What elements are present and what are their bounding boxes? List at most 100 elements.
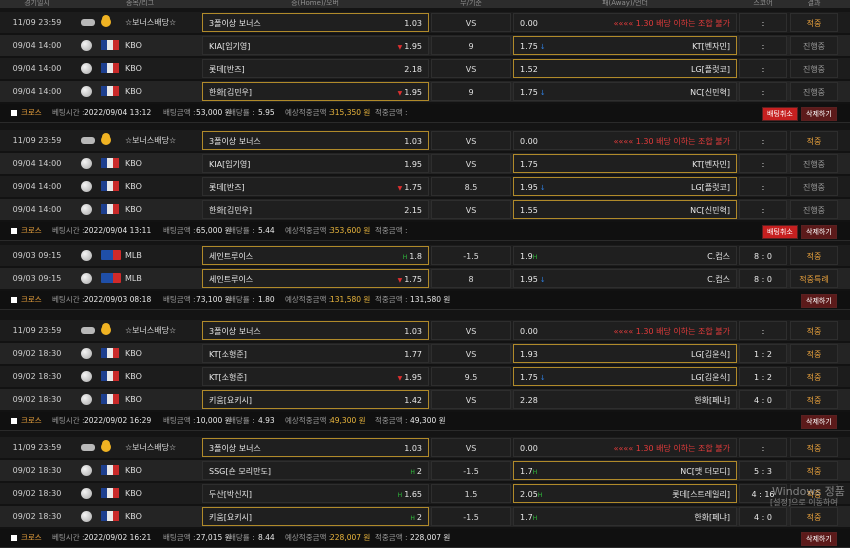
home-pick[interactable]: 3폴이상 보너스 1.03 (202, 321, 429, 340)
draw-handicap-cell[interactable]: 8.5 (431, 177, 511, 196)
draw-handicap-cell[interactable]: VS (431, 321, 511, 340)
draw-handicap-cell[interactable]: 9 (431, 36, 511, 55)
logo-shape (101, 40, 119, 50)
home-pick[interactable]: 3폴이상 보너스 1.03 (202, 131, 429, 150)
home-odds-value: 1.77 (404, 350, 422, 359)
draw-handicap-cell[interactable]: 1.5 (431, 484, 511, 503)
baseball-shape (81, 488, 92, 499)
kbo-logo-icon (101, 389, 121, 410)
expected-win-label: 예상적중금액 : (285, 295, 332, 304)
away-pick[interactable]: 1.75 ↓ NC[신민혁] (513, 82, 737, 101)
header-mid: 무/기준 (460, 0, 482, 7)
gamepad-shape (81, 444, 95, 451)
home-pick[interactable]: KT[소형준] 1.77 (202, 344, 429, 363)
cancel-bet-button[interactable]: 배팅취소 (762, 107, 798, 121)
handicap-h-icon: H (397, 492, 403, 499)
bet-odds: 5.44 (258, 226, 275, 235)
home-pick[interactable]: KIA[임기영] ▼ 1.95 (202, 36, 429, 55)
bet-odds-label: 배당률 : (229, 533, 255, 542)
away-pick[interactable]: 1.93 LG[김윤식] (513, 344, 737, 363)
home-pick[interactable]: 롯데[반즈] ▼ 1.75 (202, 177, 429, 196)
home-pick[interactable]: 세인트루이스 H 1.8 (202, 246, 429, 265)
away-pick[interactable]: 1.95 ↓ LG[플럿코] (513, 177, 737, 196)
away-pick[interactable]: 2.28 한화[페냐] (513, 390, 737, 409)
home-team-name: 3폴이상 보너스 (209, 19, 261, 28)
delete-button[interactable]: 삭제하기 (801, 107, 837, 121)
draw-handicap-cell[interactable]: 8 (431, 269, 511, 288)
match-date: 09/04 14:00 (12, 182, 62, 191)
cross-checkbox[interactable] (11, 228, 17, 234)
baseball-icon (81, 460, 95, 481)
away-odds: 0.00 (520, 132, 538, 151)
draw-handicap-cell[interactable]: 9.5 (431, 367, 511, 386)
home-pick[interactable]: 키움[요키시] 1.42 (202, 390, 429, 409)
match-date: 09/02 18:30 (12, 372, 62, 381)
home-pick[interactable]: 세인트루이스 ▼ 1.75 (202, 269, 429, 288)
home-pick[interactable]: 3폴이상 보너스 1.03 (202, 13, 429, 32)
baseball-icon (81, 483, 95, 504)
home-odds: H 1.8 (403, 247, 422, 267)
home-pick[interactable]: 롯데[반즈] 2.18 (202, 59, 429, 78)
home-odds-value: 1.8 (409, 252, 422, 261)
away-team-name: LG[김윤식] (691, 350, 730, 359)
home-pick[interactable]: 한화[김민우] ▼ 1.95 (202, 82, 429, 101)
delete-button[interactable]: 삭제하기 (801, 532, 837, 546)
away-pick[interactable]: 1.75 KT[벤자민] (513, 154, 737, 173)
away-pick[interactable]: 0.00 «««« 1.30 배당 이하는 조합 불가 (513, 13, 737, 32)
draw-handicap-cell[interactable]: VS (431, 200, 511, 219)
home-pick[interactable]: 키움[요키시] H 2 (202, 507, 429, 526)
cross-checkbox[interactable] (11, 297, 17, 303)
table-header: 경기일시 종목/리그 승(Home)/오버 무/기준 패(Away)/언더 스코… (0, 0, 850, 8)
odds-down-arrow-icon: ↓ (539, 43, 546, 51)
draw-handicap-cell[interactable]: -1.5 (431, 507, 511, 526)
draw-handicap-cell[interactable]: VS (431, 438, 511, 457)
bet-amount-label: 배팅금액 : (163, 533, 196, 542)
away-odds: 0.00 (520, 14, 538, 33)
home-pick[interactable]: 두산[박신지] H 1.65 (202, 484, 429, 503)
delete-button[interactable]: 삭제하기 (801, 294, 837, 308)
draw-handicap-cell[interactable]: VS (431, 131, 511, 150)
away-pick[interactable]: 1.95 ↓ C.컵스 (513, 269, 737, 288)
draw-handicap-cell[interactable]: VS (431, 59, 511, 78)
home-pick[interactable]: KIA[임기영] 1.95 (202, 154, 429, 173)
home-pick[interactable]: SSG[숀 모리만도] H 2 (202, 461, 429, 480)
home-pick[interactable]: 3폴이상 보너스 1.03 (202, 438, 429, 457)
draw-handicap-cell[interactable]: -1.5 (431, 246, 511, 265)
baseball-icon (81, 366, 95, 387)
home-pick[interactable]: KT[소형준] ▼ 1.95 (202, 367, 429, 386)
draw-handicap-cell[interactable]: VS (431, 390, 511, 409)
draw-handicap-cell[interactable]: VS (431, 13, 511, 32)
away-pick[interactable]: 1.75 ↓ LG[김윤식] (513, 367, 737, 386)
away-pick[interactable]: 1.52 LG[플럿코] (513, 59, 737, 78)
cross-checkbox[interactable] (11, 535, 17, 541)
away-pick[interactable]: 2.05H 롯데[스트레일리] (513, 484, 737, 503)
delete-button[interactable]: 삭제하기 (801, 225, 837, 239)
draw-handicap-cell[interactable]: 9 (431, 82, 511, 101)
league-name: ☆보너스배당☆ (125, 326, 177, 335)
home-pick[interactable]: 한화[김민우] 2.15 (202, 200, 429, 219)
away-pick[interactable]: 1.7H 한화[페냐] (513, 507, 737, 526)
match-date: 09/04 14:00 (12, 64, 62, 73)
gamepad-icon (81, 437, 95, 458)
handicap-h-icon: H (402, 254, 408, 261)
draw-handicap-cell[interactable]: -1.5 (431, 461, 511, 480)
bet-time: 2022/09/02 16:21 (84, 533, 152, 542)
away-pick[interactable]: 0.00 «««« 1.30 배당 이하는 조합 불가 (513, 438, 737, 457)
kbo-logo-icon (101, 460, 121, 481)
bet-row: 09/02 18:30 KBO 키움[요키시] 1.42 VS 2.28 한화[페냐] 4 :… (0, 389, 850, 412)
cross-label: 크로스 (21, 108, 42, 117)
draw-handicap-cell[interactable]: VS (431, 154, 511, 173)
home-team-name: KT[소형준] (209, 373, 247, 382)
cancel-bet-button[interactable]: 배팅취소 (762, 225, 798, 239)
away-pick[interactable]: 1.55 NC[신민혁] (513, 200, 737, 219)
away-pick[interactable]: 1.9H C.컵스 (513, 246, 737, 265)
away-pick[interactable]: 1.7H NC[맷 더모디] (513, 461, 737, 480)
cross-checkbox[interactable] (11, 110, 17, 116)
away-pick[interactable]: 1.75 ↓ KT[벤자민] (513, 36, 737, 55)
cross-checkbox[interactable] (11, 418, 17, 424)
away-pick[interactable]: 0.00 «««« 1.30 배당 이하는 조합 불가 (513, 321, 737, 340)
draw-handicap-cell[interactable]: VS (431, 344, 511, 363)
delete-button[interactable]: 삭제하기 (801, 415, 837, 429)
bet-amount-label: 배팅금액 : (163, 108, 196, 117)
away-pick[interactable]: 0.00 «««« 1.30 배당 이하는 조합 불가 (513, 131, 737, 150)
